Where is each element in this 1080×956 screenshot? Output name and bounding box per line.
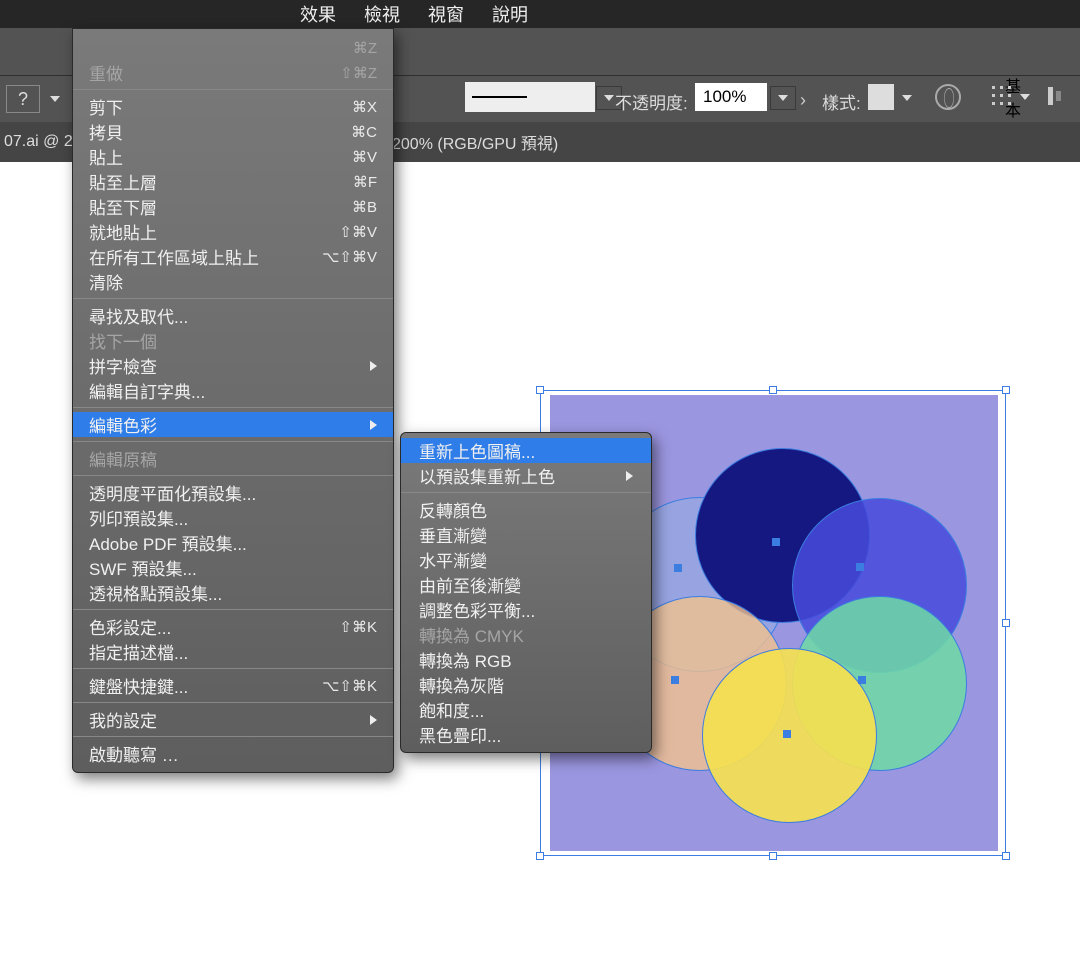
submenu-arrow-icon [370,420,377,430]
menu-undo: ⌘Z [73,35,393,60]
style-label: 樣式: [822,89,861,114]
opacity-dropdown-caret[interactable] [770,86,796,110]
document-tab-left[interactable]: 07.ai @ 25 [4,133,82,151]
style-dropdown-caret[interactable] [898,86,916,110]
menu-sep [73,89,393,90]
menu-item[interactable]: 拷貝⌘C [73,119,393,144]
submenu-item[interactable]: 飽和度... [401,697,651,722]
menu-keyboard-shortcuts[interactable]: 鍵盤快捷鍵... ⌥⇧⌘K [73,673,393,698]
menu-item[interactable]: 在所有工作區域上貼上⌥⇧⌘V [73,244,393,269]
selection-handle[interactable] [1002,852,1010,860]
edit-menu: ⌘Z 重做 ⇧⌘Z 剪下⌘X拷貝⌘C貼上⌘V貼至上層⌘F貼至下層⌘B就地貼上⇧⌘… [72,28,394,773]
align-panel-icon[interactable] [1048,85,1072,107]
selection-handle[interactable] [536,386,544,394]
align-grid-icon[interactable] [992,86,1014,108]
menubar: 效果 檢視 視窗 說明 [0,0,1080,28]
menu-sep [73,407,393,408]
menu-sep [73,668,393,669]
submenu-item[interactable]: 轉換為 RGB [401,647,651,672]
submenu-item[interactable]: 反轉顏色 [401,497,651,522]
submenu-arrow-icon [370,715,377,725]
menu-item[interactable]: 剪下⌘X [73,94,393,119]
menubar-item-help[interactable]: 說明 [492,1,528,27]
style-swatch[interactable] [868,84,894,110]
anchor-point[interactable] [772,538,780,546]
dropdown-caret-icon[interactable] [50,96,60,102]
menu-sep [73,736,393,737]
menu-sep [73,441,393,442]
submenu-item[interactable]: 垂直漸變 [401,522,651,547]
menubar-item-view[interactable]: 檢視 [364,1,400,27]
menu-my-settings[interactable]: 我的設定 [73,707,393,732]
submenu-item[interactable]: 轉換為灰階 [401,672,651,697]
align-caret-icon[interactable] [1020,94,1030,100]
menu-sep [73,298,393,299]
document-tab-right[interactable]: 200% (RGB/GPU 預視) [392,130,558,154]
menu-assign-profile[interactable]: 指定描述檔... [73,639,393,664]
submenu-arrow-icon [626,471,633,481]
menu-edit-colors[interactable]: 編輯色彩 [73,412,393,437]
stroke-line-preview [472,96,527,98]
menu-start-dictation[interactable]: 啟動聽寫 … [73,741,393,766]
menu-item[interactable]: Adobe PDF 預設集... [73,530,393,555]
menu-item[interactable]: 貼至上層⌘F [73,169,393,194]
selection-handle[interactable] [536,852,544,860]
menu-item[interactable]: 貼上⌘V [73,144,393,169]
anchor-point[interactable] [783,730,791,738]
submenu-convert-cmyk: 轉換為 CMYK [401,622,651,647]
submenu-item[interactable]: 由前至後漸變 [401,572,651,597]
menu-item[interactable]: 透明度平面化預設集... [73,480,393,505]
menubar-item-window[interactable]: 視窗 [428,1,464,27]
selection-handle[interactable] [1002,386,1010,394]
opacity-label: 不透明度: [615,89,688,114]
menubar-item-effects[interactable]: 效果 [300,1,336,27]
menu-spellcheck[interactable]: 拼字檢查 [73,353,393,378]
selection-handle[interactable] [1002,619,1010,627]
menu-edit-original: 編輯原稿 [73,446,393,471]
menu-item[interactable]: 清除 [73,269,393,294]
submenu-recolor-artwork[interactable]: 重新上色圖稿... [401,438,651,463]
menu-redo: 重做 ⇧⌘Z [73,60,393,85]
opacity-input[interactable]: 100% [695,83,767,111]
menu-sep [73,475,393,476]
menu-item[interactable]: SWF 預設集... [73,555,393,580]
anchor-point[interactable] [674,564,682,572]
menu-item[interactable]: 貼至下層⌘B [73,194,393,219]
selection-handle[interactable] [769,386,777,394]
menu-color-settings[interactable]: 色彩設定... ⇧⌘K [73,614,393,639]
help-icon[interactable]: ? [6,85,40,113]
menu-item[interactable]: 就地貼上⇧⌘V [73,219,393,244]
anchor-point[interactable] [856,563,864,571]
expand-arrow-icon[interactable]: › [800,90,806,111]
menu-sep [73,702,393,703]
menu-item[interactable]: 列印預設集... [73,505,393,530]
selection-handle[interactable] [769,852,777,860]
submenu-recolor-preset[interactable]: 以預設集重新上色 [401,463,651,488]
anchor-point[interactable] [671,676,679,684]
recolor-artwork-icon[interactable] [935,84,961,110]
edit-colors-submenu: 重新上色圖稿... 以預設集重新上色 反轉顏色垂直漸變水平漸變由前至後漸變調整色… [400,432,652,753]
menu-sep [401,492,651,493]
menu-item[interactable]: 透視格點預設集... [73,580,393,605]
menu-find-replace[interactable]: 尋找及取代... [73,303,393,328]
submenu-arrow-icon [370,361,377,371]
submenu-item[interactable]: 調整色彩平衡... [401,597,651,622]
menu-find-next: 找下一個 [73,328,393,353]
submenu-item[interactable]: 黑色疊印... [401,722,651,747]
menu-sep [73,609,393,610]
submenu-item[interactable]: 水平漸變 [401,547,651,572]
anchor-point[interactable] [858,676,866,684]
menu-edit-dictionary[interactable]: 編輯自訂字典... [73,378,393,403]
